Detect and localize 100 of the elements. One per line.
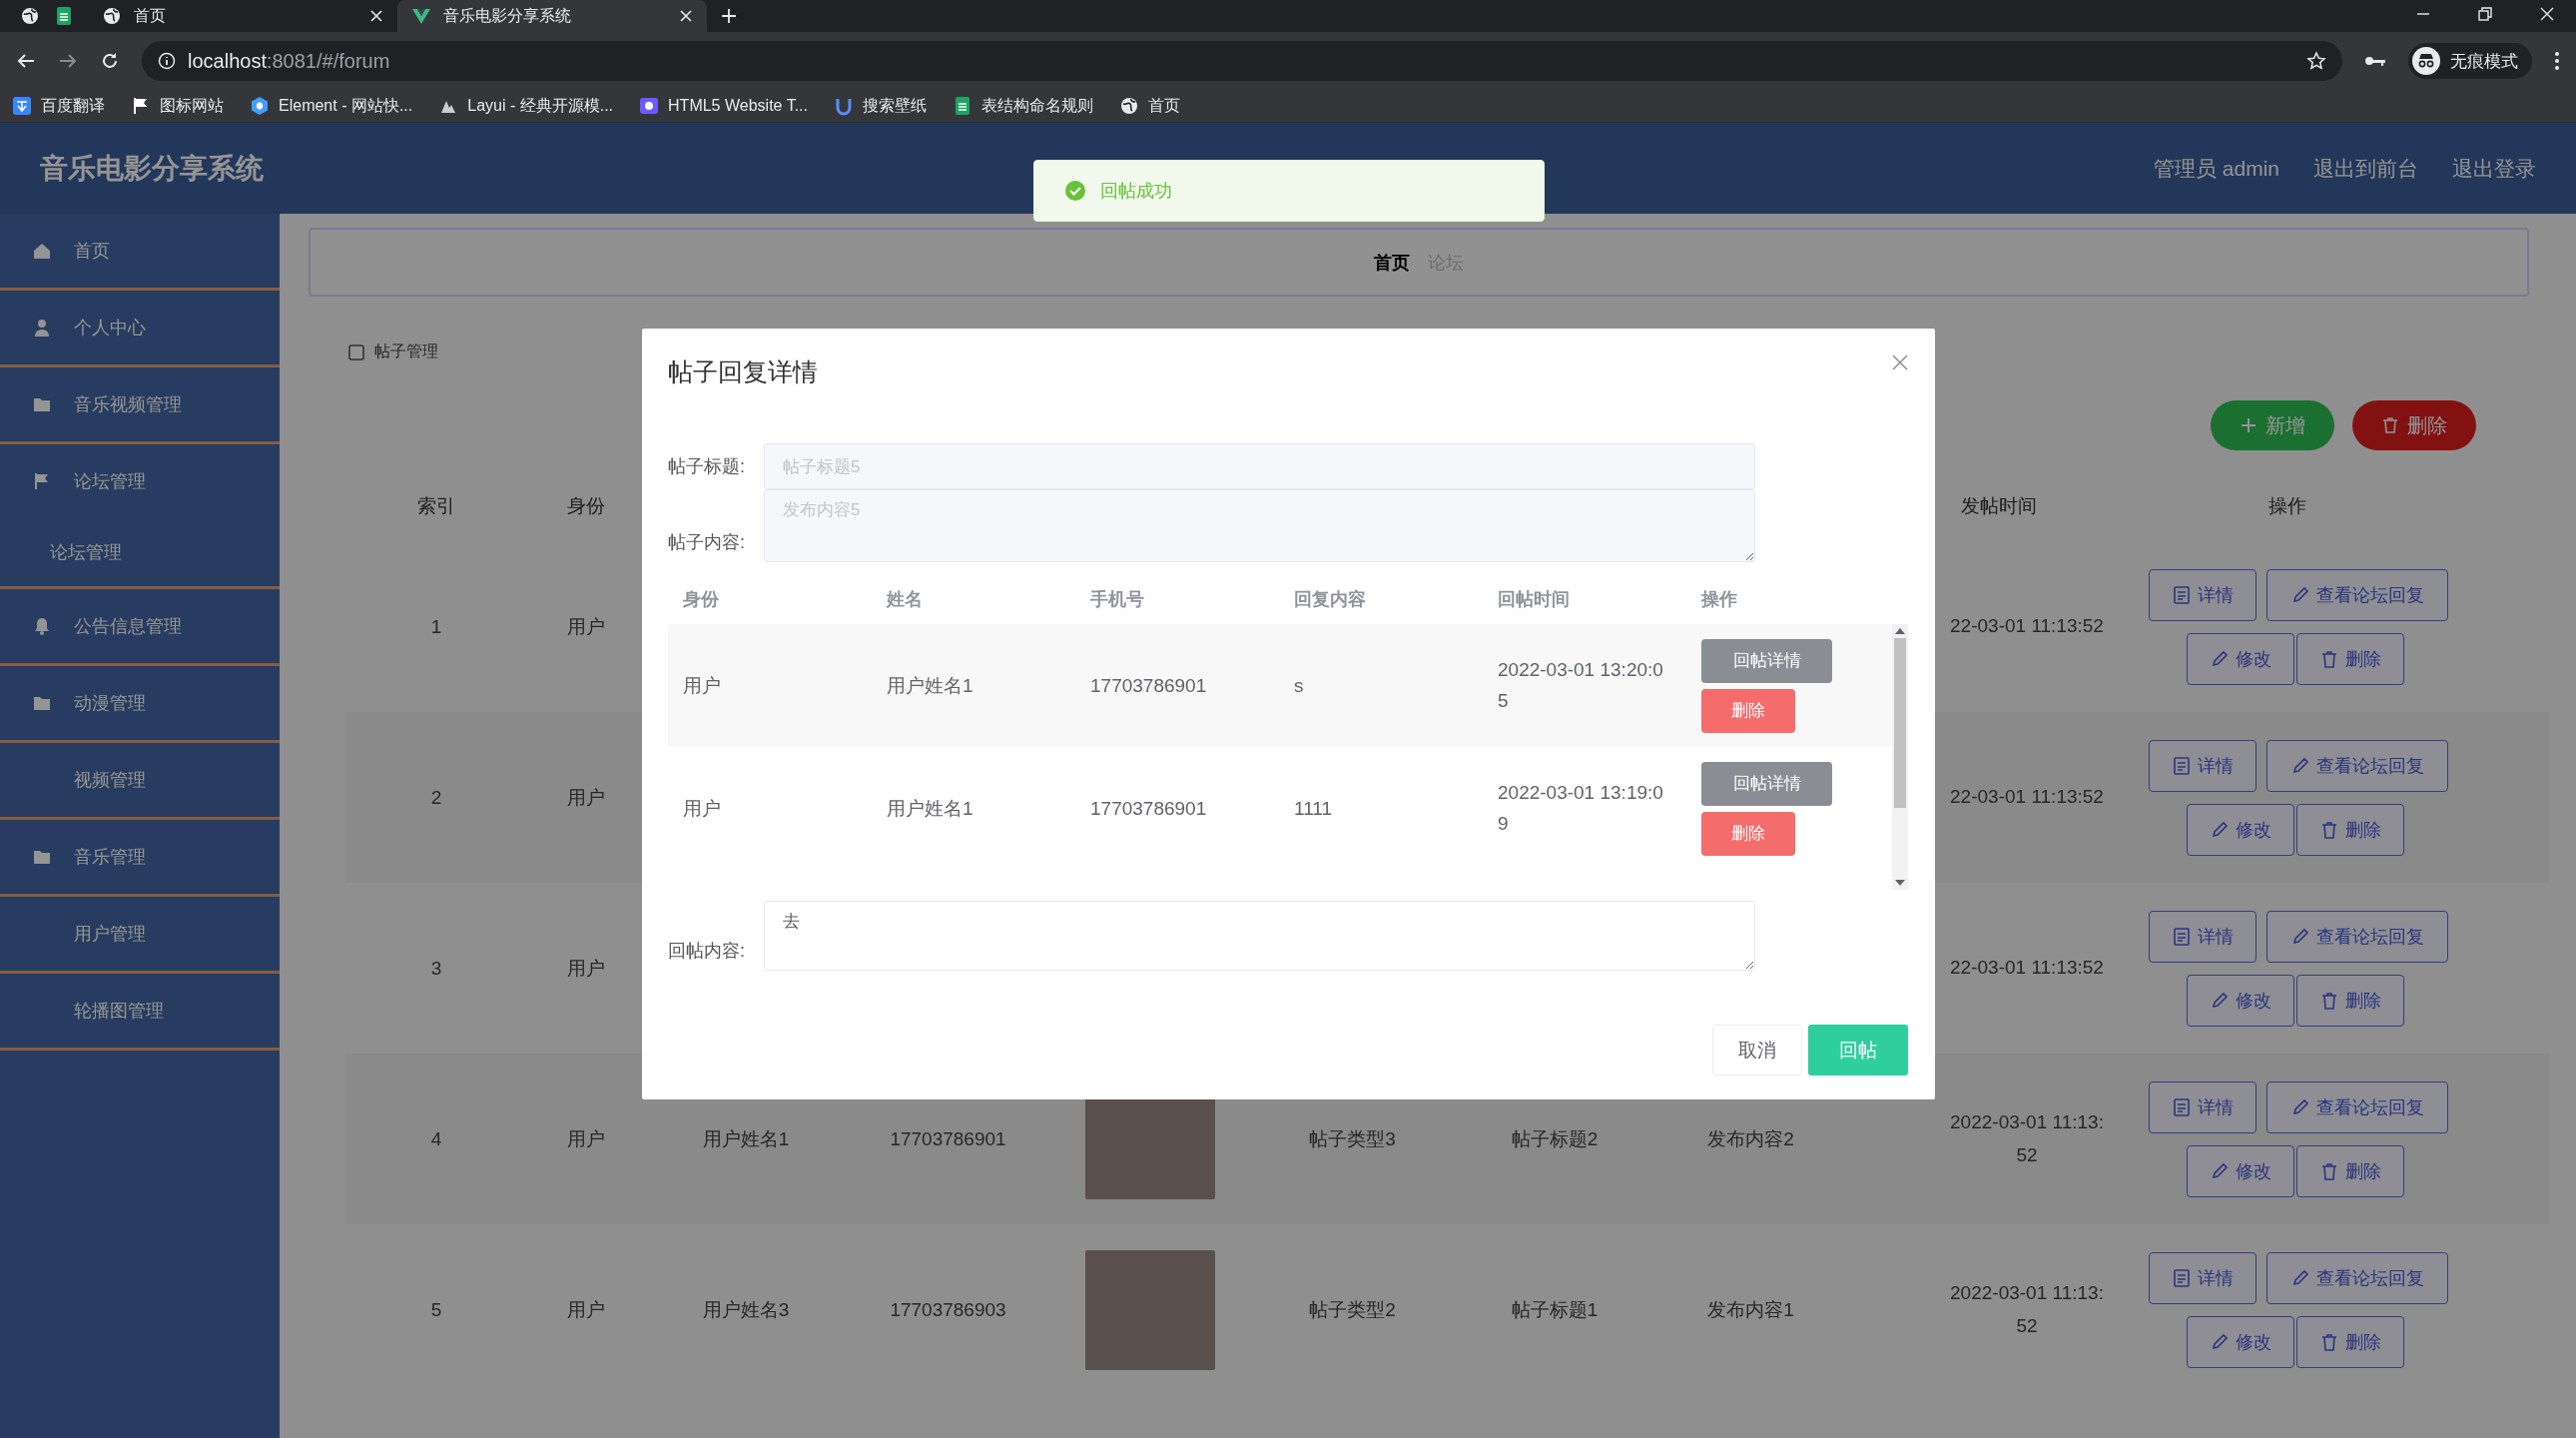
bookmark[interactable]: Element - 网站快... [250,95,413,117]
sidebar-item[interactable]: 公告信息管理 [0,589,280,663]
delete-button[interactable]: 删除 [2352,400,2476,450]
incognito-button[interactable]: 无痕模式 [2408,43,2532,79]
tab-title: 首页 [134,5,167,26]
bell-icon [32,616,52,636]
action-button[interactable]: 删除 [2296,1315,2404,1368]
table-cell-text: 用户 [567,956,605,981]
bookmark[interactable]: 图标网站 [131,95,224,117]
scrollbar[interactable] [1892,624,1908,890]
table-cell-text: 帖子标题1 [1511,1297,1599,1322]
header-link[interactable]: 退出登录 [2452,154,2536,183]
address-field[interactable]: localhost:8081/#/forum [142,41,2342,81]
trash-icon [2319,1331,2339,1352]
action-button[interactable]: 修改 [2187,974,2294,1027]
sidebar-item[interactable]: 轮播图管理 [0,974,280,1048]
delete-button[interactable]: 删除 [1701,811,1795,856]
column-header: 姓名 [887,588,923,611]
table-cell: 1 [430,615,442,638]
column-header: 发帖时间 [1961,494,2037,518]
sidebar-item[interactable]: 动漫管理 [0,666,280,740]
bookmark[interactable]: 表结构命名规则 [952,95,1093,117]
pencil-icon [2290,584,2310,605]
table-cell-text: 用户姓名1 [887,796,973,821]
pencil-icon [2290,1267,2310,1288]
action-button[interactable]: 修改 [2187,1144,2294,1197]
trash-icon [2319,819,2339,840]
action-button[interactable]: 修改 [2187,803,2294,856]
header-link[interactable]: 管理员 admin [2153,154,2279,183]
close-icon [2540,7,2554,21]
table-cell-text: 用户姓名1 [702,1126,790,1151]
sidebar-item[interactable]: 音乐管理 [0,820,280,894]
action-button[interactable]: 详情 [2149,1080,2256,1133]
scroll-down-icon [1895,880,1905,886]
bookmark[interactable]: 百度翻译 [12,95,105,117]
sidebar-item[interactable]: 视频管理 [0,743,280,817]
sidebar-item[interactable]: 个人中心 [0,291,280,364]
action-button[interactable]: 查看论坛回复 [2266,739,2448,792]
submit-button[interactable]: 回帖 [1808,1025,1908,1076]
action-button[interactable]: 删除 [2296,803,2404,856]
action-button[interactable]: 删除 [2296,1144,2404,1197]
sidebar-item[interactable]: 用户管理 [0,897,280,971]
action-button[interactable]: 删除 [2296,974,2404,1027]
scroll-up-icon [1895,628,1905,634]
sidebar-item[interactable]: 音乐视频管理 [0,367,280,441]
cancel-button[interactable]: 取消 [1712,1025,1802,1076]
restore-icon [2478,7,2492,21]
bookmark[interactable]: 搜索壁纸 [833,95,927,117]
action-button[interactable]: 查看论坛回复 [2266,568,2448,621]
header-link[interactable]: 退出到前台 [2313,154,2418,183]
browser-tab[interactable]: 首页 [88,0,397,32]
globe-icon [102,6,122,26]
table-cell-text: 22-03-01 11:13:52 [1949,785,2105,810]
field-label: 回帖内容: [668,940,746,963]
reply-detail-button[interactable]: 回帖详情 [1701,638,1832,683]
close-button[interactable] [1890,353,1910,372]
table-cell-text: 发布内容2 [1707,1126,1794,1151]
table-cell: 1111 [1294,797,1333,820]
bookmark[interactable]: Layui - 经典开源模... [438,95,614,117]
table-cell-text: 发布内容1 [1707,1297,1794,1322]
trash-icon [2381,416,2399,434]
add-button[interactable]: 新增 [2211,400,2334,450]
action-button[interactable]: 详情 [2149,1251,2256,1304]
bookmark[interactable]: 首页 [1118,95,1180,117]
pencil-icon [2210,1160,2230,1181]
action-button[interactable]: 详情 [2149,568,2256,621]
sidebar-item[interactable]: 论坛管理 [0,444,280,518]
table-cell-text: 22-03-01 11:13:52 [1949,614,2105,639]
table-cell: 4 [430,1127,442,1150]
action-button[interactable]: 修改 [2187,632,2294,685]
action-button[interactable]: 详情 [2149,739,2256,792]
table-cell: 5 [430,1298,442,1321]
action-button[interactable]: 详情 [2149,910,2256,963]
action-button[interactable]: 查看论坛回复 [2266,1251,2448,1304]
action-button[interactable]: 查看论坛回复 [2266,910,2448,963]
bookmark[interactable]: HTML5 Website T... [639,96,808,116]
table-cell-text: 帖子标题2 [1511,1126,1599,1151]
star-icon [2306,51,2326,71]
reply-detail-button[interactable]: 回帖详情 [1701,761,1832,806]
table-cell-text: 用户姓名3 [702,1297,790,1322]
sidebar-item[interactable]: 首页 [0,214,280,288]
delete-button[interactable]: 删除 [1701,688,1795,733]
table-cell-text: 用户 [683,673,721,698]
action-button[interactable]: 修改 [2187,1315,2294,1368]
table-cell-text: 帖子类型2 [1309,1297,1396,1322]
sidebar-subitem[interactable]: 论坛管理 [0,518,280,586]
globe-icon [1118,96,1139,116]
document-icon [2172,584,2192,605]
plus-icon [2240,416,2257,434]
breadcrumb-item[interactable]: 首页 [1374,250,1410,275]
action-button[interactable]: 删除 [2296,632,2404,685]
table-cell-text: 用户姓名1 [887,673,973,698]
column-header: 操作 [2268,494,2306,518]
column-header: 索引 [417,494,455,518]
action-button[interactable]: 查看论坛回复 [2266,1080,2448,1133]
table-cell: 17703786901 [1090,674,1207,697]
house-icon [32,241,52,261]
scrollbar-thumb[interactable] [1894,638,1906,808]
reply-field[interactable]: 去 [764,901,1755,971]
browser-tab[interactable]: 音乐电影分享系统 [397,0,707,32]
